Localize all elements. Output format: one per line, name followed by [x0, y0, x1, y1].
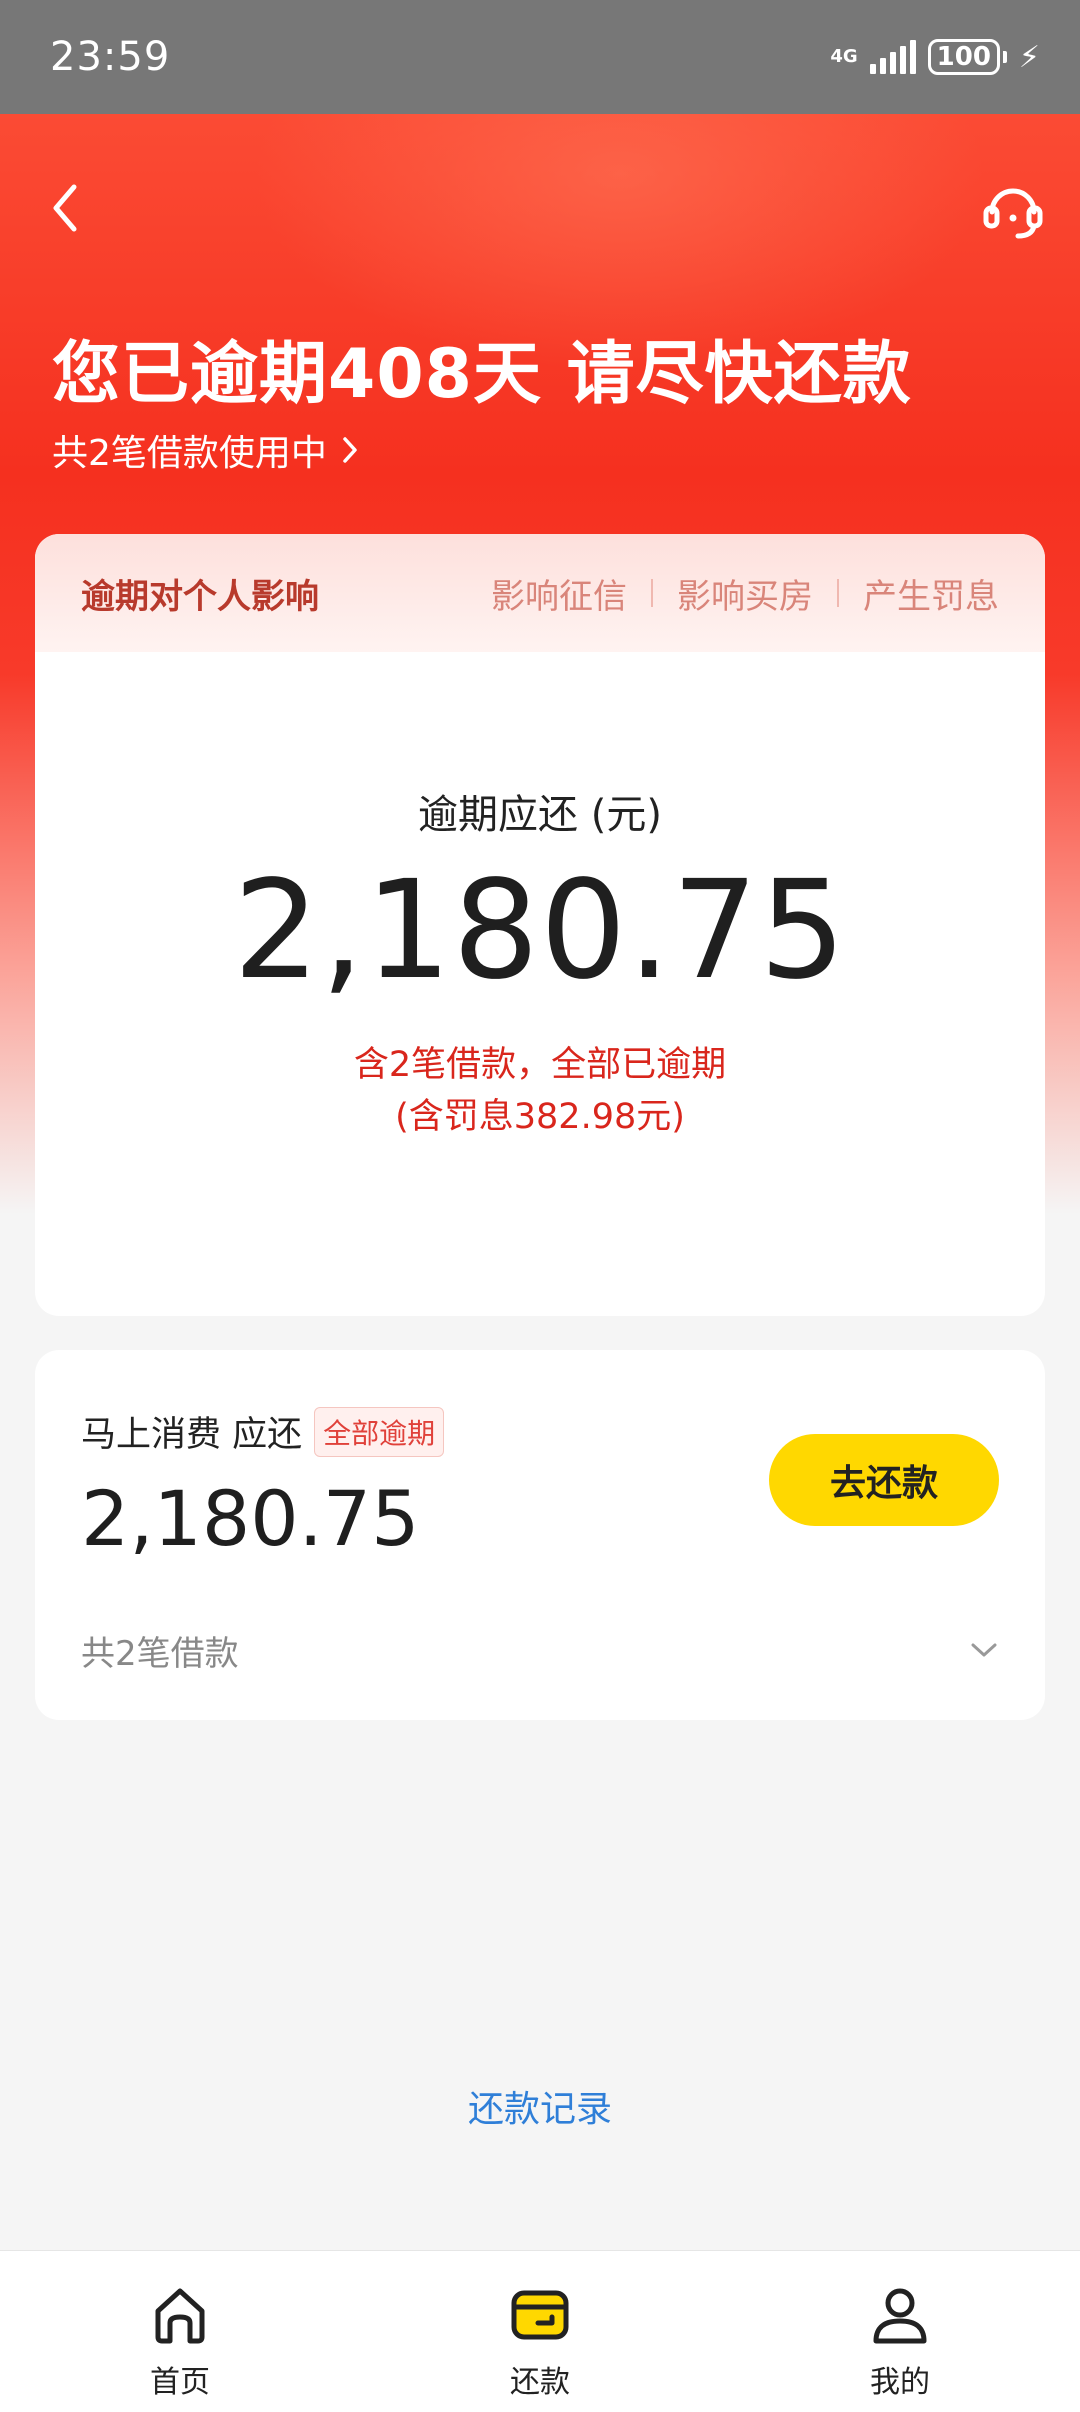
- battery-level: 100: [936, 42, 991, 72]
- divider: [651, 579, 653, 607]
- status-badge: 全部逾期: [314, 1406, 445, 1457]
- back-button[interactable]: [40, 178, 90, 238]
- headset-icon: [983, 188, 1043, 239]
- repay-button[interactable]: 去还款: [769, 1434, 999, 1526]
- overdue-summary-card: 逾期对个人影响 影响征信 影响买房 产生罚息 逾期应还 (元) 2,180.75…: [35, 534, 1045, 1316]
- page-title: 您已逾期408天 请尽快还款: [52, 335, 912, 414]
- loan-expand-row[interactable]: 共2笔借款: [81, 1620, 999, 1680]
- impact-tag: 影响征信: [491, 576, 627, 617]
- loan-card: 马上消费 应还 全部逾期 2,180.75 去还款 共2笔借款: [35, 1350, 1045, 1720]
- bottom-tab-bar: 首页 还款 我的: [0, 2250, 1080, 2412]
- overdue-amount: 2,180.75: [233, 852, 847, 1010]
- impact-tag: 影响买房: [677, 576, 813, 617]
- merchant-due-label: 马上消费 应还: [81, 1415, 303, 1455]
- wallet-icon: [504, 2279, 576, 2351]
- chevron-left-icon: [53, 184, 77, 232]
- tab-label: 首页: [150, 2365, 210, 2400]
- status-icons: 4G 100 ⚡: [830, 39, 1040, 75]
- tab-mine[interactable]: 我的: [800, 2251, 1000, 2401]
- status-time: 23:59: [50, 34, 171, 80]
- battery-cap: [1002, 51, 1007, 63]
- loan-header: 马上消费 应还 全部逾期: [81, 1406, 445, 1457]
- home-icon: [144, 2279, 216, 2351]
- impact-tag: 产生罚息: [863, 576, 999, 617]
- active-loans-label: 共2笔借款使用中: [52, 433, 327, 474]
- tab-home[interactable]: 首页: [80, 2251, 280, 2401]
- battery-icon: 100: [927, 39, 1000, 75]
- repayment-records-link[interactable]: 还款记录: [0, 2080, 1080, 2132]
- active-loans-link[interactable]: 共2笔借款使用中: [52, 424, 359, 476]
- customer-service-button[interactable]: [980, 178, 1046, 244]
- impact-tags: 影响征信 影响买房 产生罚息: [491, 569, 999, 618]
- tab-label: 还款: [510, 2365, 570, 2400]
- divider: [837, 579, 839, 607]
- impact-header[interactable]: 逾期对个人影响 影响征信 影响买房 产生罚息: [35, 534, 1045, 652]
- charging-icon: ⚡: [1018, 39, 1040, 75]
- network-type: 4G: [830, 46, 858, 67]
- tab-label: 我的: [870, 2365, 930, 2400]
- overdue-amount-label: 逾期应还 (元): [418, 792, 662, 838]
- overdue-note: 含2笔借款，全部已逾期: [353, 1045, 727, 1085]
- loan-count: 共2笔借款: [81, 1633, 239, 1674]
- chevron-down-icon: [971, 1643, 997, 1657]
- tab-repay[interactable]: 还款: [440, 2251, 640, 2401]
- impact-title: 逾期对个人影响: [81, 576, 319, 617]
- user-icon: [864, 2279, 936, 2351]
- chevron-right-icon: [343, 437, 357, 463]
- loan-amount: 2,180.75: [81, 1474, 420, 1563]
- status-bar: 23:59 4G 100 ⚡: [0, 0, 1080, 114]
- signal-icon: [869, 40, 916, 74]
- penalty-note: (含罚息382.98元): [395, 1097, 685, 1137]
